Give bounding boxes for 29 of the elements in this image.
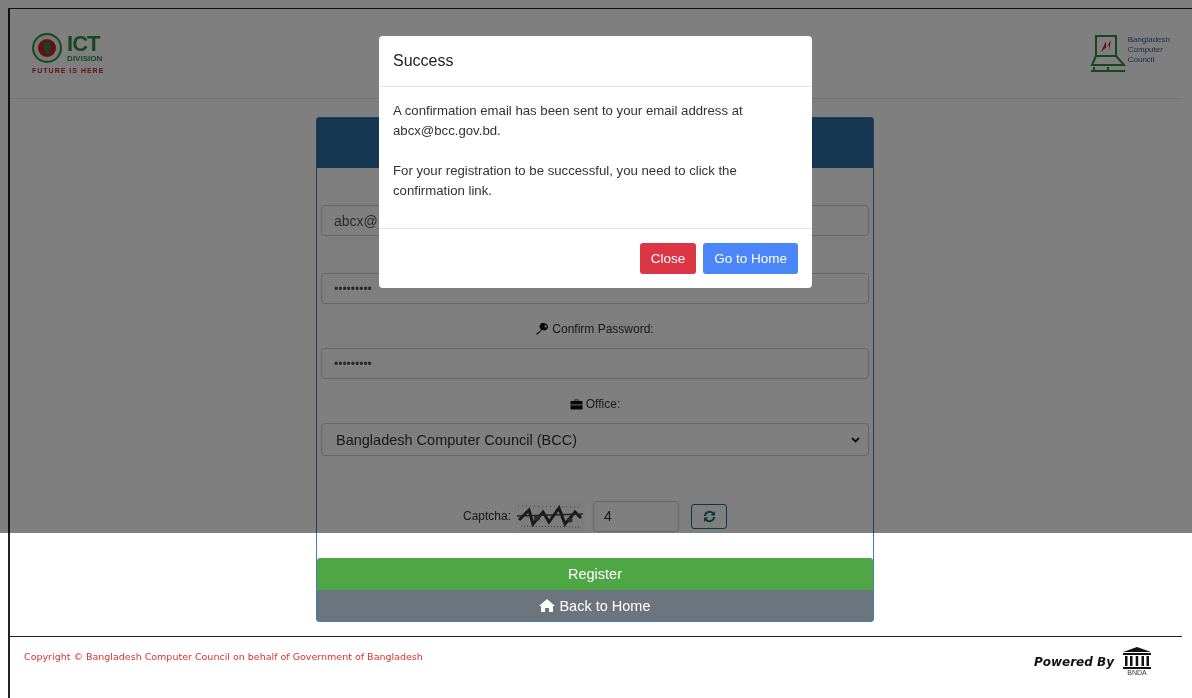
- logo-text: Council: [1127, 54, 1156, 65]
- logo-text: Computer: [1127, 44, 1164, 55]
- dialog-message: For your registration to be successful, you need to click the confirmation link.: [393, 162, 738, 200]
- dialog-title: Success: [393, 52, 454, 70]
- logo-subtitle: DIVISION: [67, 55, 104, 63]
- powered-by-text: Powered By: [1033, 655, 1114, 669]
- logo-title: ICT: [67, 33, 102, 55]
- refresh-button[interactable]: [691, 503, 727, 529]
- go-to-home-button[interactable]: Go to Home: [703, 243, 798, 274]
- key-icon: [536, 322, 550, 336]
- building-icon: [1122, 647, 1152, 669]
- emblem-icon: [32, 33, 62, 63]
- captcha-label: Captcha:: [463, 509, 511, 523]
- captcha-field[interactable]: 4: [593, 500, 679, 532]
- field-label: Confirm Password:: [552, 322, 654, 336]
- confirm-password-field[interactable]: •••••••••: [321, 348, 869, 379]
- back-to-home-button[interactable]: Back to Home: [317, 590, 873, 621]
- field-label: Office:: [585, 397, 621, 411]
- home-icon: [539, 599, 556, 612]
- chevron-down-icon: [851, 436, 860, 443]
- register-button[interactable]: Register: [317, 558, 873, 590]
- close-button[interactable]: Close: [639, 243, 697, 274]
- dialog-message: A confirmation email has been sent to your email address at abcx@bcc.gov.bd.: [393, 102, 744, 140]
- briefcase-icon: [569, 398, 583, 410]
- refresh-icon: [702, 509, 716, 523]
- office-dropdown[interactable]: Bangladesh Computer Council (BCC): [321, 423, 869, 456]
- copyright-text: Copyright © Bangladesh Computer Council on behalf of Government of Bangladesh: [24, 651, 423, 664]
- logo-text: Bangladesh: [1127, 34, 1170, 45]
- computer-icon: [1089, 34, 1126, 73]
